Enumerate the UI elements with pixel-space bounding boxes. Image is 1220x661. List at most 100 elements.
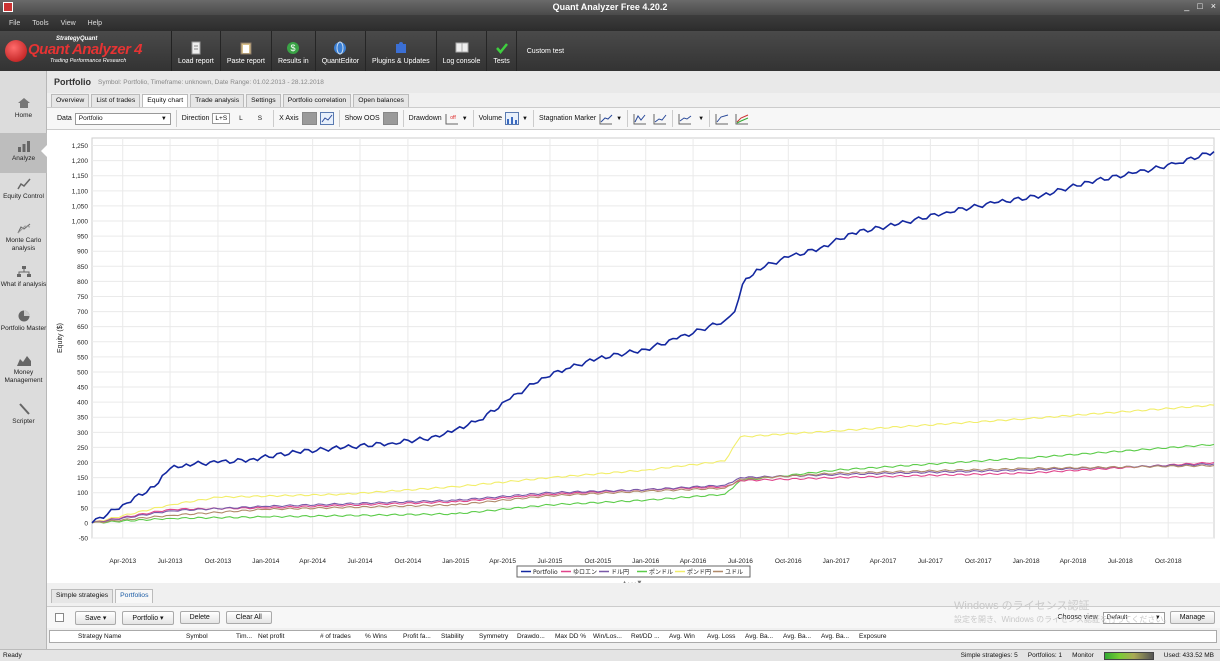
column-header[interactable]: Drawdo... <box>513 633 551 640</box>
y-tick-label: 1,200 <box>72 158 89 165</box>
tab-settings[interactable]: Settings <box>246 94 281 107</box>
watermark-line-2: 設定を開き、Windows のライセンス認証を行ってください。 <box>954 615 1172 624</box>
compare-chart-icon[interactable] <box>715 112 729 125</box>
chevron-down-icon: ▼ <box>160 115 167 122</box>
tab-open-balances[interactable]: Open balances <box>353 94 409 107</box>
chart-style-icon[interactable] <box>678 112 692 125</box>
menu-view[interactable]: View <box>61 20 76 27</box>
y-tick-label: 150 <box>77 475 88 482</box>
volume-bars-icon[interactable] <box>505 112 519 125</box>
nav-analyze[interactable]: Analyze <box>0 133 47 173</box>
memory-usage[interactable]: Used: 433.52 MB <box>1164 652 1214 659</box>
tab-overview[interactable]: Overview <box>51 94 90 107</box>
chart-style-dropdown-icon[interactable]: ▼ <box>698 116 704 122</box>
y-tick-label: 400 <box>77 400 88 407</box>
custom-test-button[interactable]: Custom test <box>517 31 564 71</box>
column-header[interactable]: Stability <box>437 633 475 640</box>
nav-equity-control[interactable]: Equity Control <box>0 178 47 201</box>
column-header[interactable]: Win/Los... <box>589 633 627 640</box>
tests-button[interactable]: Tests <box>487 31 517 71</box>
column-header[interactable]: Avg. Win <box>665 633 703 640</box>
column-header[interactable]: Avg. Loss <box>703 633 741 640</box>
xaxis-toggle[interactable] <box>301 112 317 125</box>
volume-label: Volume <box>478 115 502 122</box>
nav-portfolio-master[interactable]: Portfolio Master <box>0 310 47 333</box>
balance-line-icon[interactable] <box>653 112 667 125</box>
quanteditor-button[interactable]: QuantEditor <box>316 31 367 71</box>
nav-money-management[interactable]: Money Management <box>0 354 47 385</box>
monitor-graph <box>1103 651 1154 660</box>
tab-equity-chart[interactable]: Equity chart <box>142 94 189 107</box>
column-header[interactable]: # of trades <box>316 633 361 640</box>
x-tick-label: Oct-2017 <box>965 558 992 565</box>
column-header[interactable]: Avg. Ba... <box>817 633 855 640</box>
x-tick-label: Apr-2016 <box>680 558 707 565</box>
column-header[interactable]: Net profit <box>254 633 316 640</box>
nav-monte-carlo[interactable]: Monte Carlo analysis <box>0 222 47 253</box>
maximize-button[interactable]: □ <box>1197 1 1202 11</box>
drawdown-off-icon[interactable]: off <box>445 112 459 125</box>
column-header[interactable]: Symmetry <box>475 633 513 640</box>
checkmark-icon <box>495 43 508 54</box>
svg-text:$: $ <box>291 43 296 53</box>
y-tick-label: 600 <box>77 339 88 346</box>
paste-report-button[interactable]: Paste report <box>221 31 272 71</box>
left-navigation: Home Analyze Equity Control Monte Carlo … <box>0 71 47 649</box>
show-oos-toggle[interactable] <box>382 112 398 125</box>
stagnation-chart-icon[interactable] <box>599 112 613 125</box>
column-header[interactable]: % Wins <box>361 633 399 640</box>
menu-tools[interactable]: Tools <box>32 20 48 27</box>
select-all-checkbox[interactable] <box>55 613 64 622</box>
manage-button[interactable]: Manage <box>1169 611 1215 624</box>
column-header[interactable]: Symbol <box>182 633 232 640</box>
column-header[interactable]: Profit fa... <box>399 633 437 640</box>
legend-label: ドル円 <box>611 569 629 576</box>
data-select[interactable]: Portfolio ▼ <box>74 112 171 125</box>
direction-long[interactable]: L <box>233 114 249 123</box>
nav-home[interactable]: Home <box>0 97 47 120</box>
tab-portfolio-correlation[interactable]: Portfolio correlation <box>282 94 352 107</box>
drawdown-dropdown-icon[interactable]: ▼ <box>462 116 468 122</box>
equity-line-icon[interactable] <box>633 112 647 125</box>
nav-scripter[interactable]: Scripter <box>0 403 47 426</box>
x-tick-label: Jul-2017 <box>918 558 943 565</box>
column-header[interactable]: Avg. Ba... <box>741 633 779 640</box>
column-header[interactable]: Avg. Ba... <box>779 633 817 640</box>
load-report-button[interactable]: Load report <box>172 31 221 71</box>
plugins-updates-button[interactable]: Plugins & Updates <box>366 31 437 71</box>
column-header[interactable]: Strategy Name <box>74 633 182 640</box>
x-tick-label: Jul-2016 <box>728 558 753 565</box>
menu-file[interactable]: File <box>9 20 20 27</box>
delete-button[interactable]: Delete <box>179 611 220 624</box>
y-tick-label: 300 <box>77 430 88 437</box>
minimize-button[interactable]: _ <box>1184 1 1189 11</box>
stagnation-dropdown-icon[interactable]: ▼ <box>616 116 622 122</box>
tab-trade-analysis[interactable]: Trade analysis <box>190 94 245 107</box>
column-header[interactable]: Max DD % <box>551 633 589 640</box>
portfolio-header: Portfolio Symbol: Portfolio, Timeframe: … <box>47 71 1220 93</box>
multi-series-icon[interactable] <box>735 112 749 125</box>
nav-what-if[interactable]: What if analysis <box>0 266 47 289</box>
direction-long-short[interactable]: L+S <box>212 113 231 124</box>
close-button[interactable]: × <box>1211 1 1216 11</box>
x-tick-label: Apr-2014 <box>299 558 326 565</box>
menu-help[interactable]: Help <box>88 20 102 27</box>
log-console-button[interactable]: Log console <box>437 31 488 71</box>
x-tick-label: Jan-2018 <box>1013 558 1040 565</box>
direction-short[interactable]: S <box>252 114 268 123</box>
portfolio-button[interactable]: Portfolio ▾ <box>122 610 174 625</box>
windows-activation-watermark: Windows のライセンス認証 設定を開き、Windows のライセンス認証を… <box>954 600 1171 626</box>
volume-dropdown-icon[interactable]: ▼ <box>522 116 528 122</box>
column-header[interactable]: Exposure <box>855 633 895 640</box>
save-button[interactable]: Save ▾ <box>75 610 117 625</box>
column-header[interactable]: Ret/DD ... <box>627 633 665 640</box>
results-in-button[interactable]: $ Results in <box>272 31 316 71</box>
xaxis-chart-icon[interactable] <box>319 112 334 125</box>
results-table-header: Strategy Name Symbol Tim... Net profit # of … <box>49 630 1217 643</box>
column-header[interactable]: Tim... <box>232 633 254 640</box>
tab-simple-strategies[interactable]: Simple strategies <box>51 589 114 603</box>
clear-all-button[interactable]: Clear All <box>225 611 272 624</box>
dollar-icon: $ <box>287 42 300 54</box>
tab-list-of-trades[interactable]: List of trades <box>91 94 141 107</box>
tab-portfolios[interactable]: Portfolios <box>115 589 154 603</box>
